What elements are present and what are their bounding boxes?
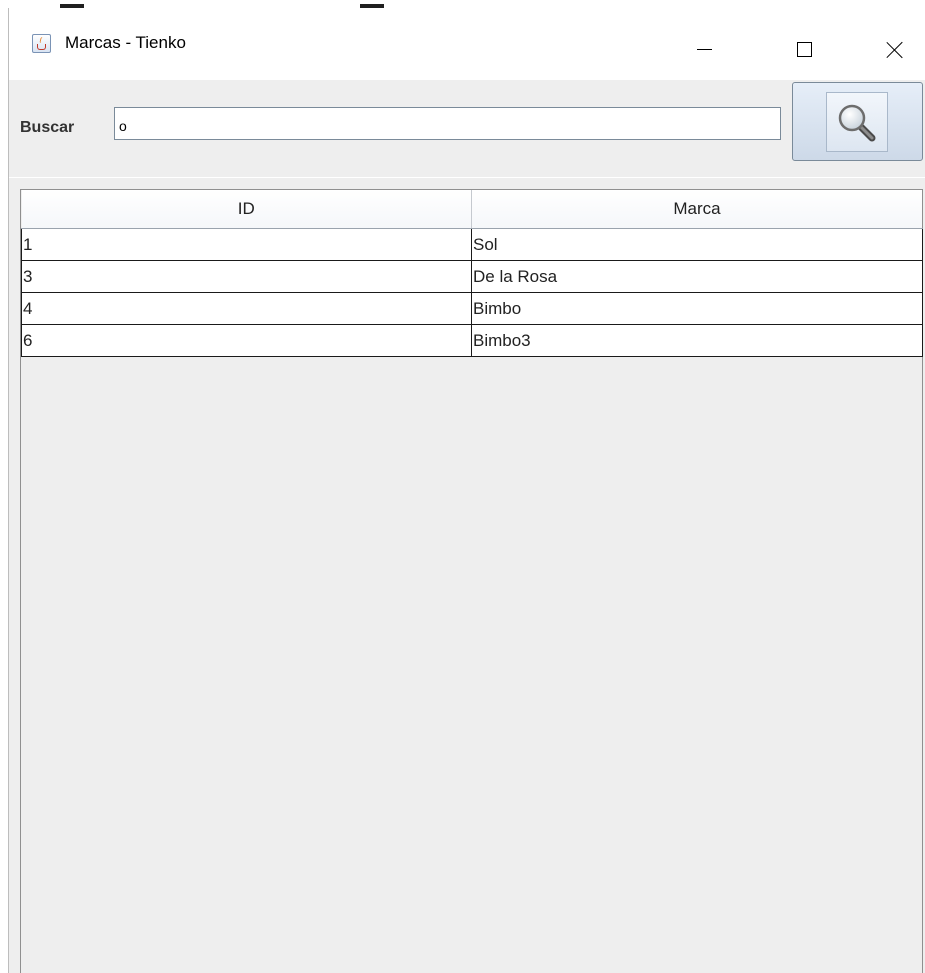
table-row[interactable]: 1 Sol: [21, 228, 923, 261]
search-button-face: [826, 92, 888, 152]
cell-id[interactable]: 6: [21, 324, 472, 357]
brands-table: ID Marca 1 Sol 3 De la Rosa 4 Bimbo 6 Bi…: [20, 189, 923, 973]
maximize-button[interactable]: [763, 16, 812, 60]
brands-grid: ID Marca 1 Sol 3 De la Rosa 4 Bimbo 6 Bi…: [21, 190, 923, 357]
cell-id[interactable]: 3: [21, 260, 472, 293]
content-area: Buscar o ID Marca 1 Sol 3 De la Rosa 4 B…: [8, 80, 925, 973]
search-input[interactable]: [114, 107, 781, 140]
steam-shape: [39, 37, 45, 43]
window-title: Marcas - Tienko: [65, 33, 186, 52]
table-header-row: ID Marca: [21, 190, 923, 229]
magnifier-icon: [838, 104, 876, 142]
table-row[interactable]: 4 Bimbo: [21, 292, 923, 325]
maximize-icon: [797, 42, 812, 57]
cup-shape: [37, 44, 46, 50]
search-button[interactable]: [792, 82, 923, 161]
table-row[interactable]: 3 De la Rosa: [21, 260, 923, 293]
top-strip: [0, 0, 925, 8]
cell-marca[interactable]: Sol: [471, 228, 923, 261]
cell-id[interactable]: 1: [21, 228, 472, 261]
column-header-marca[interactable]: Marca: [471, 190, 923, 229]
marcas-window: Marcas - Tienko Buscar o ID Marca 1 Sol …: [0, 0, 925, 973]
minimize-button[interactable]: [674, 16, 720, 60]
java-cup-icon: [32, 34, 51, 53]
close-icon: [886, 41, 904, 59]
search-panel: Buscar: [9, 80, 925, 178]
title-bar[interactable]: Marcas - Tienko: [8, 8, 925, 80]
table-row[interactable]: 6 Bimbo3: [21, 324, 923, 357]
cell-marca[interactable]: Bimbo3: [471, 324, 923, 357]
cell-marca[interactable]: Bimbo: [471, 292, 923, 325]
column-header-id[interactable]: ID: [21, 190, 472, 229]
minimize-icon: [697, 49, 712, 50]
cell-id[interactable]: 4: [21, 292, 472, 325]
close-button[interactable]: [854, 16, 900, 60]
cell-marca[interactable]: De la Rosa: [471, 260, 923, 293]
search-label: Buscar: [20, 119, 75, 136]
